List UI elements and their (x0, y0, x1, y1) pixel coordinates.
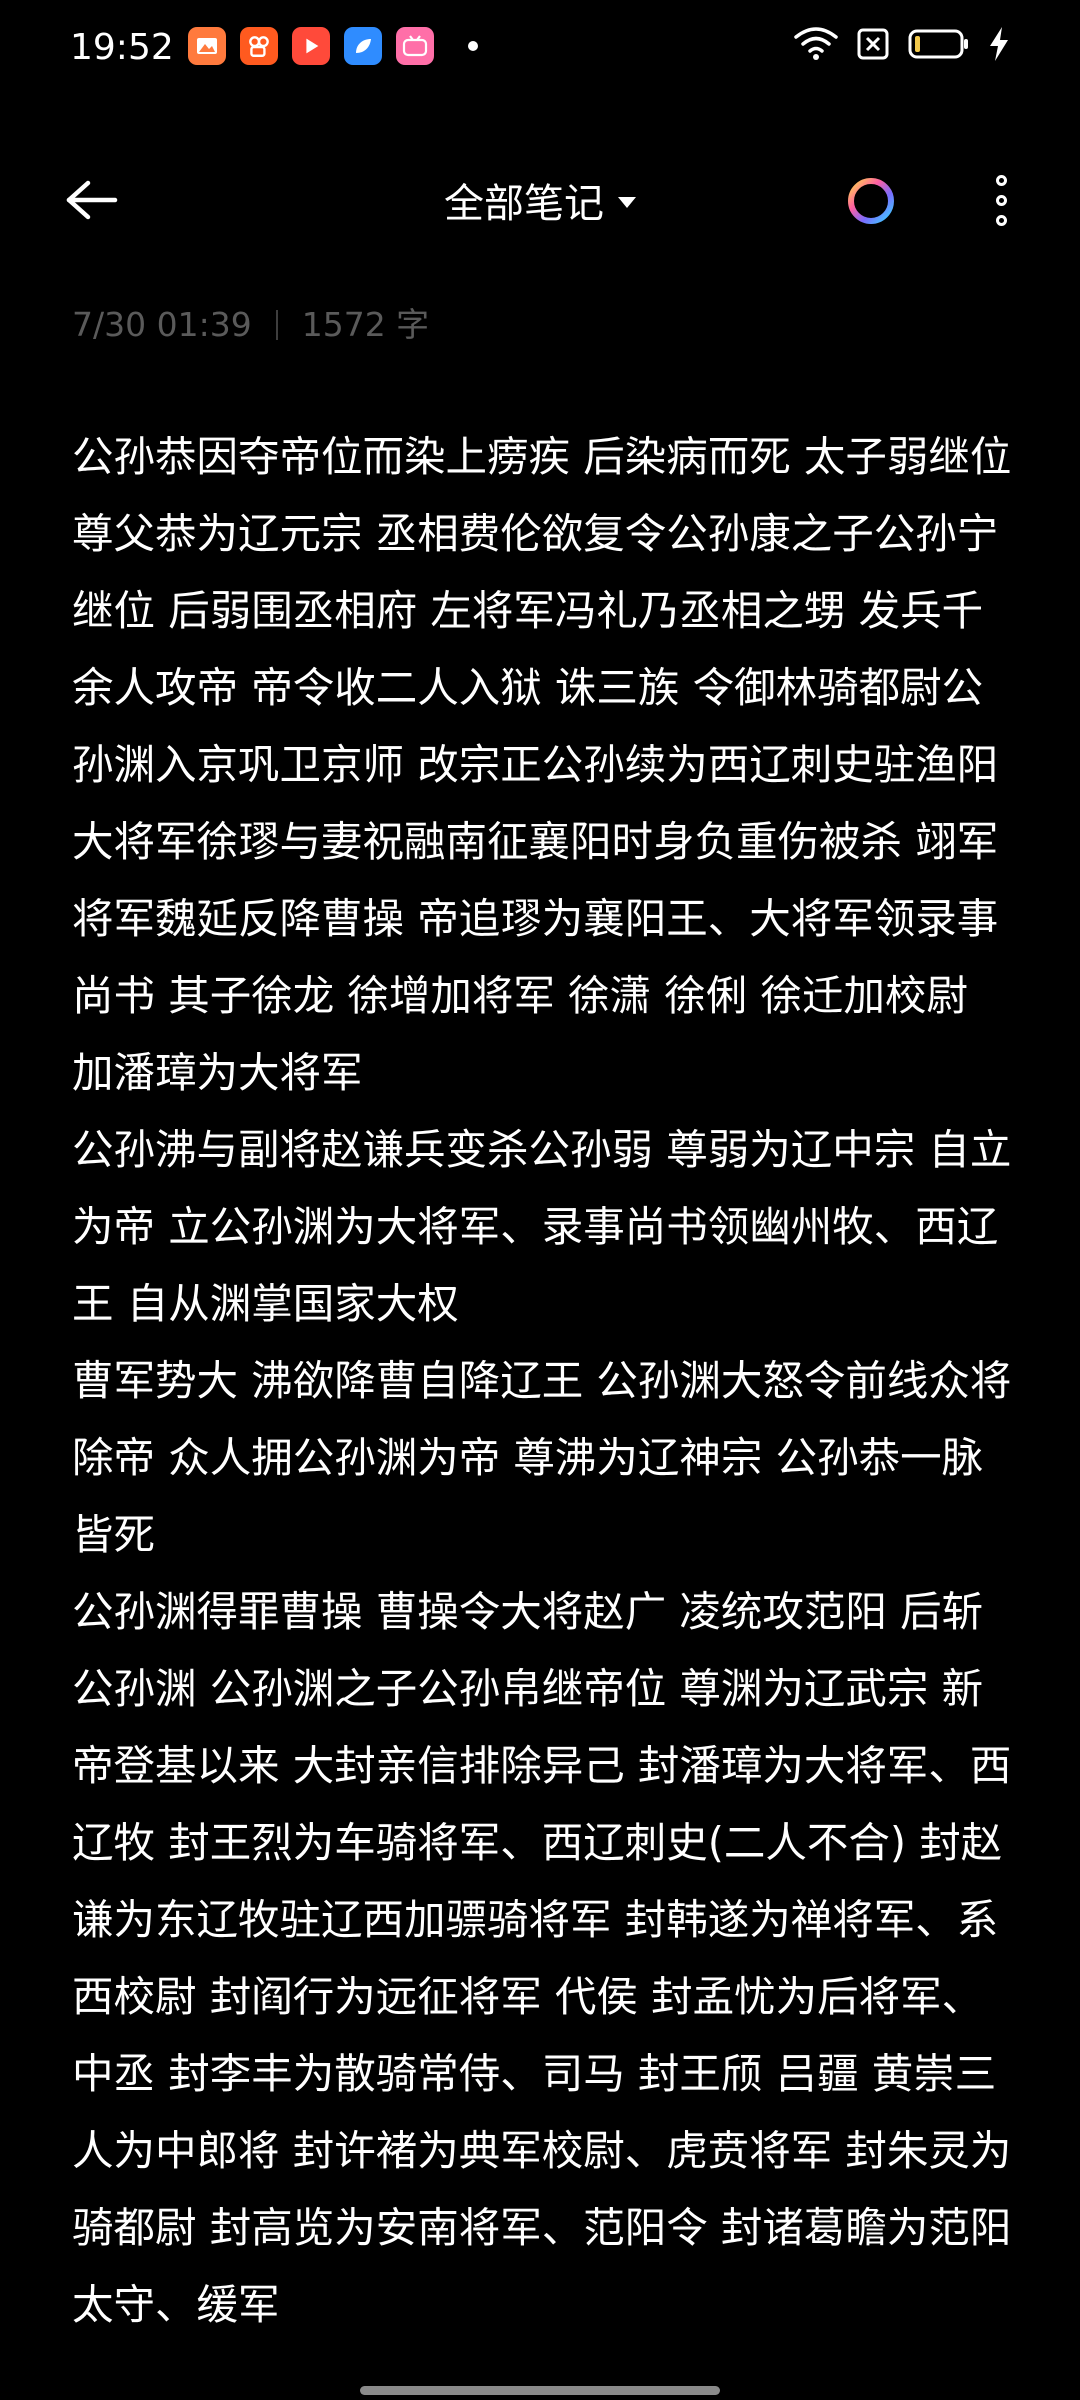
notification-icons (188, 27, 478, 65)
status-time: 19:52 (70, 27, 174, 68)
gallery-app-icon (188, 27, 226, 65)
note-meta: 7/30 01:39 1572 字 (72, 300, 429, 350)
dot-icon (995, 214, 1007, 226)
back-arrow-icon (66, 180, 118, 220)
charging-icon (990, 27, 1008, 61)
dot-icon (995, 174, 1007, 186)
notes-folder-selector[interactable]: 全部笔记 (444, 171, 636, 229)
blue-app-icon (344, 27, 382, 65)
page-title: 全部笔记 (444, 181, 604, 227)
dot-icon (995, 194, 1007, 206)
home-indicator[interactable] (360, 2386, 720, 2395)
more-options-button[interactable] (976, 170, 1026, 230)
ai-assistant-button[interactable] (846, 176, 896, 226)
note-content[interactable]: 公孙恭因夺帝位而染上痨疾 后染病而死 太子弱继位 尊父恭为辽元宗 丞相费伦欲复令… (72, 418, 1012, 2400)
no-sim-icon (857, 28, 889, 60)
status-bar: 19:52 (0, 0, 1080, 96)
note-timestamp: 7/30 01:39 (72, 305, 252, 344)
video-app-icon (292, 27, 330, 65)
wifi-icon (794, 27, 838, 60)
more-notifications-dot (468, 41, 478, 51)
header: 全部笔记 (0, 150, 1080, 250)
kuaishou-app-icon (240, 27, 278, 65)
back-button[interactable] (62, 170, 122, 230)
dropdown-caret-icon (618, 196, 636, 208)
bilibili-app-icon (396, 27, 434, 65)
meta-divider (275, 310, 278, 340)
battery-icon (908, 29, 968, 59)
ai-ring-icon (848, 178, 894, 224)
status-right (794, 26, 1010, 62)
note-word-count: 1572 字 (301, 305, 430, 344)
